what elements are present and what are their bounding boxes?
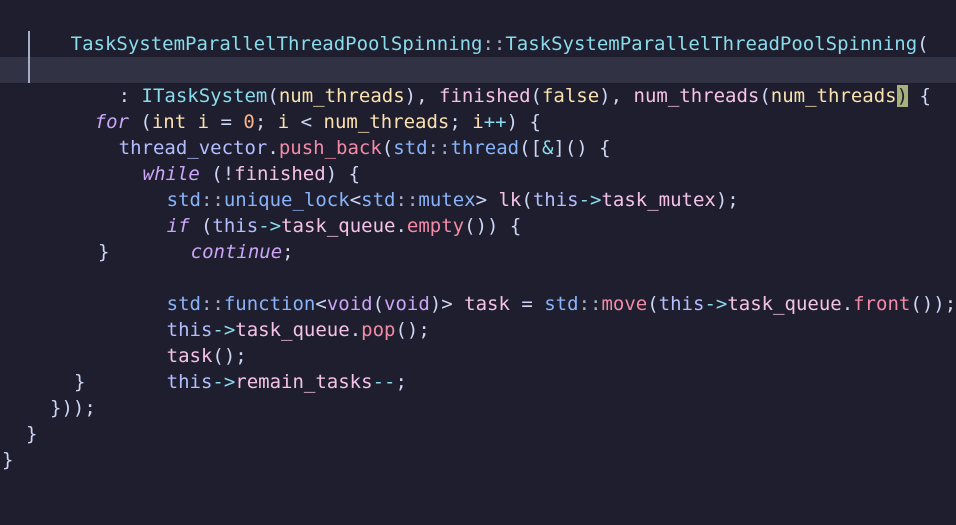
code-line[interactable]: int num_threads)	[0, 31, 956, 81]
code-line[interactable]: }	[0, 239, 956, 265]
code-line[interactable]: this->remain_tasks--;	[0, 343, 956, 393]
code-line[interactable]: TaskSystemParallelThreadPoolSpinning::Ta…	[0, 5, 956, 55]
code-line[interactable]: }	[0, 421, 956, 447]
code-line[interactable]: if (this->task_queue.empty()) {	[0, 187, 956, 237]
code-line[interactable]: }	[0, 369, 956, 395]
code-line[interactable]: }));	[0, 395, 956, 421]
code-line[interactable]: std::unique_lock<std::mutex> lk(this->ta…	[0, 161, 956, 211]
code-line[interactable]: std::function<void(void)> task = std::mo…	[0, 265, 956, 315]
code-line[interactable]: thread_vector.push_back(std::thread([&](…	[0, 109, 956, 159]
code-line[interactable]: for (int i = 0; i < num_threads; i++) {	[0, 83, 956, 133]
indent-guide	[28, 57, 30, 83]
code-line[interactable]: }	[0, 447, 956, 473]
code-line[interactable]: this->task_queue.pop();	[0, 291, 956, 341]
indent-guide	[28, 31, 30, 57]
code-line[interactable]: task();	[0, 317, 956, 367]
code-line[interactable]: continue;	[0, 213, 956, 263]
code-line-current[interactable]: : ITaskSystem(num_threads), finished(fal…	[0, 57, 956, 107]
code-editor[interactable]: TaskSystemParallelThreadPoolSpinning::Ta…	[0, 0, 956, 471]
code-line[interactable]: while (!finished) {	[0, 135, 956, 185]
